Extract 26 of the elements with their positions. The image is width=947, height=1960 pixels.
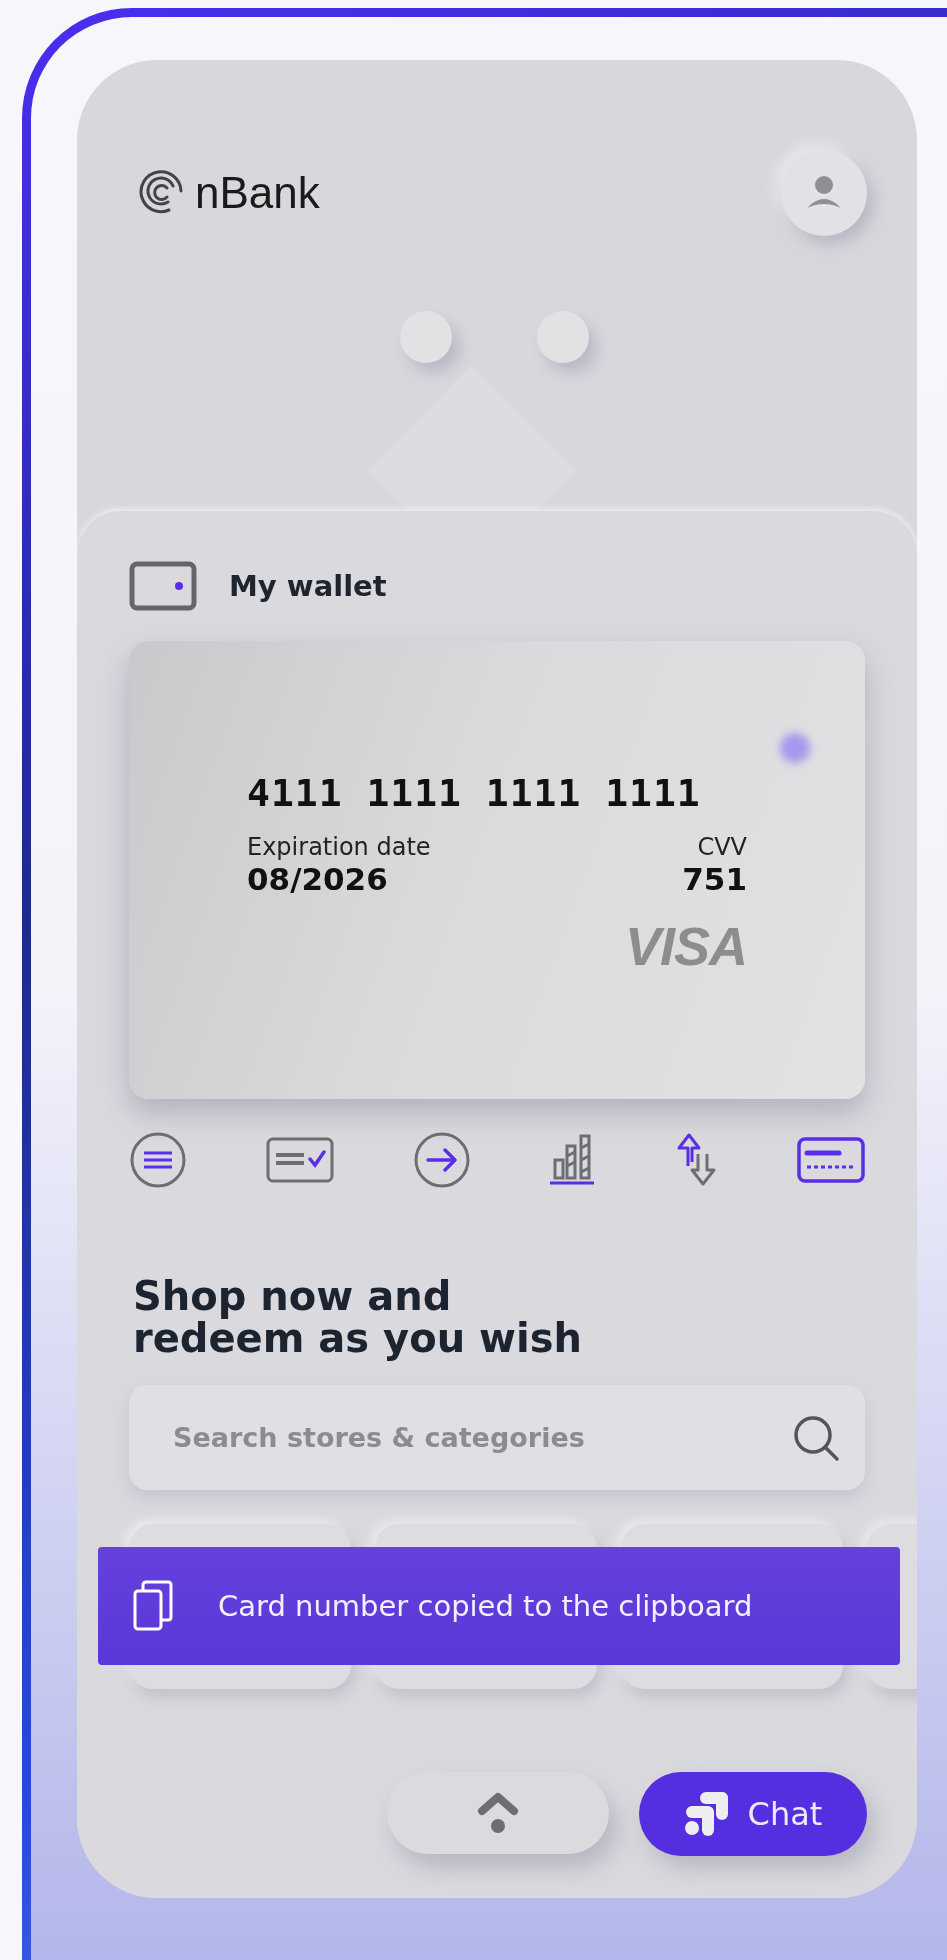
- credit-card[interactable]: 4111 1111 1111 1111 Expiration date CVV 08/2026 751 VISA: [129, 641, 865, 1099]
- app-logo: nBank: [195, 168, 320, 218]
- menu-icon[interactable]: [129, 1131, 187, 1189]
- card-glow: [780, 733, 810, 763]
- cvv-label: CVV: [697, 833, 747, 861]
- card-number: 4111 1111 1111 1111: [247, 771, 702, 815]
- chat-icon: [683, 1791, 730, 1837]
- cvv-value: 751: [682, 861, 747, 897]
- chevron-up-icon: [476, 1791, 520, 1835]
- copy-icon: [132, 1579, 176, 1633]
- card-icon[interactable]: [797, 1137, 865, 1183]
- toast-message: Card number copied to the clipboard: [218, 1589, 753, 1623]
- wallet-icon: [129, 561, 197, 611]
- search-icon: [791, 1413, 841, 1463]
- decorative-dot: [400, 311, 452, 363]
- card-check-icon[interactable]: [265, 1137, 334, 1183]
- expiration-date: 08/2026: [247, 861, 388, 897]
- section-title: My wallet: [229, 569, 387, 603]
- decorative-dot: [537, 311, 589, 363]
- card-brand-logo: VISA: [624, 915, 747, 977]
- expiration-label: Expiration date: [247, 833, 431, 861]
- bar-chart-icon[interactable]: [549, 1134, 596, 1186]
- arrow-right-icon[interactable]: [412, 1131, 471, 1189]
- section-heading: Shop now and redeem as you wish: [133, 1275, 583, 1359]
- search-field[interactable]: Search stores & categories: [129, 1385, 865, 1490]
- chat-button[interactable]: Chat: [639, 1772, 867, 1856]
